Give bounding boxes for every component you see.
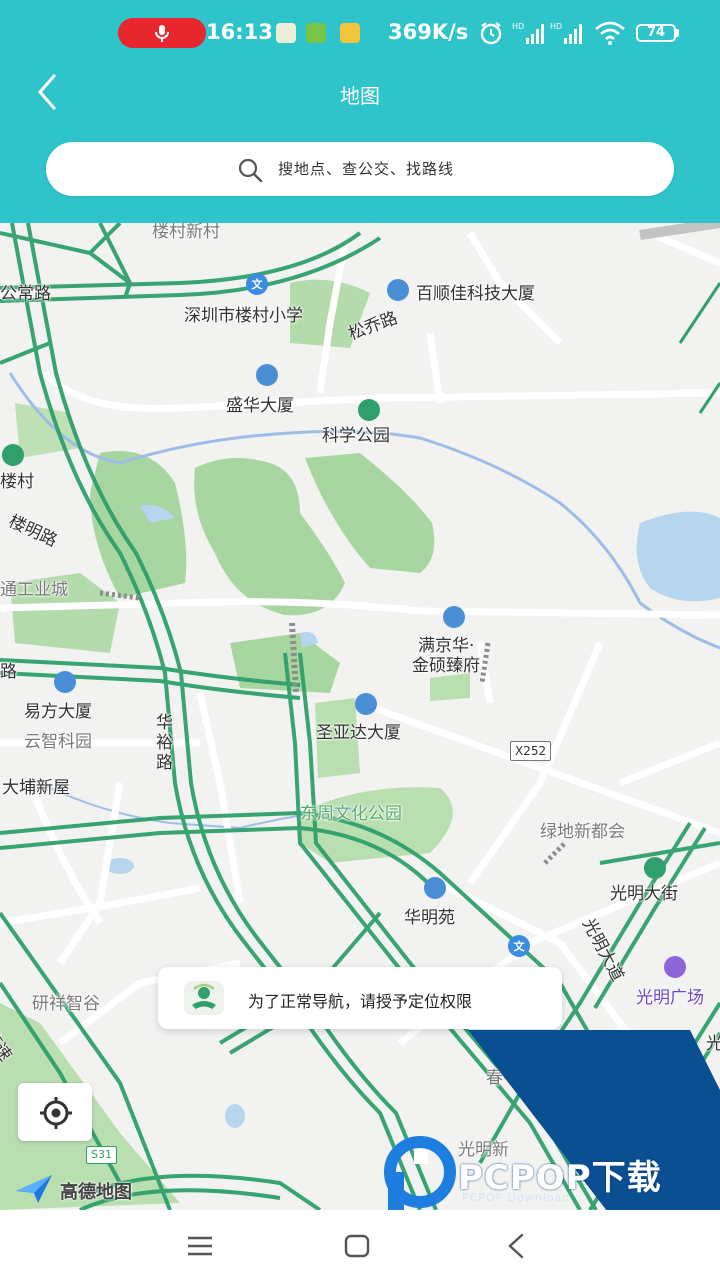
building-pin-icon[interactable] — [54, 671, 76, 693]
alarm-icon — [480, 22, 502, 45]
map-label: 深圳市楼村小学 — [184, 306, 303, 326]
shopping-pin-icon[interactable] — [664, 956, 686, 978]
back-nav-button[interactable] — [486, 1226, 546, 1266]
location-permission-toast[interactable]: 为了正常导航，请授予定位权限 — [158, 967, 562, 1029]
crosshair-icon — [40, 1097, 72, 1129]
navigation-app-icon — [184, 981, 224, 1015]
microphone-icon — [155, 25, 169, 42]
map-label: 通工业城 — [0, 580, 68, 600]
wifi-icon — [595, 21, 625, 45]
app-notification-icon — [276, 23, 296, 43]
map-label: 楼村 — [0, 472, 34, 492]
signal-2-icon: HD — [550, 22, 582, 44]
map-label: 华明苑 — [404, 908, 455, 928]
amap-logo-text: 高德地图 — [60, 1182, 132, 1203]
map-label: 光 — [706, 1034, 720, 1054]
map-label: 易方大厦 — [24, 702, 92, 722]
battery-indicator: 74 — [636, 24, 676, 42]
home-square-icon — [344, 1234, 370, 1258]
residence-pin-icon[interactable] — [424, 877, 446, 899]
map-label: 光明大街 — [610, 884, 678, 904]
search-bar[interactable]: 搜地点、查公交、找路线 — [46, 142, 674, 196]
map-label: 科学公园 — [322, 426, 390, 446]
map-label: 大埔新屋 — [2, 778, 70, 798]
map-label: 百顺佳科技大厦 — [416, 284, 535, 304]
menu-icon — [188, 1236, 212, 1256]
system-nav-bar — [0, 1210, 720, 1280]
svg-text:HD: HD — [512, 22, 524, 31]
map-label: 圣亚达大厦 — [316, 723, 401, 743]
map-label: 华裕路 — [156, 713, 173, 773]
recent-apps-button[interactable] — [170, 1226, 230, 1266]
status-time: 16:13 — [206, 20, 273, 44]
download-notification-icon — [306, 23, 326, 43]
map-label: 公常路 — [0, 284, 51, 304]
battery-level: 74 — [646, 25, 666, 40]
metro-pin-icon[interactable] — [358, 399, 380, 421]
map-label: 光明广场 — [636, 988, 704, 1008]
residence-pin-icon[interactable] — [443, 606, 465, 628]
map-label: 春 — [486, 1068, 503, 1088]
map-label: 东周文化公园 — [300, 804, 402, 824]
search-icon — [238, 158, 263, 183]
expressway-badge: S31 — [86, 1146, 117, 1164]
school-pin-icon[interactable]: 文 — [246, 273, 268, 295]
locate-me-button[interactable] — [18, 1083, 92, 1141]
metro-pin-icon[interactable] — [644, 857, 666, 879]
top-header: 地图 搜地点、查公交、找路线 — [0, 70, 720, 223]
page-title: 地图 — [340, 84, 380, 108]
amap-logo-icon — [16, 1175, 52, 1203]
svg-text:HD: HD — [550, 22, 562, 31]
map-label: 金硕臻府 — [412, 656, 480, 676]
building-pin-icon[interactable] — [355, 693, 377, 715]
map-roads-layer — [0, 223, 720, 1210]
map-view[interactable]: 文 文 楼村新村 公常路 深圳市楼村小学 百顺佳科技大厦 松乔路 盛华大厦 科学… — [0, 223, 720, 1210]
signal-1-icon: HD — [512, 22, 544, 44]
recording-indicator[interactable] — [118, 18, 206, 48]
map-label: 路 — [0, 662, 17, 682]
map-label: 研祥智谷 — [32, 994, 100, 1014]
map-label: 云智科园 — [24, 732, 92, 752]
status-bar: 16:13 369K/s HD HD 74 — [0, 0, 720, 70]
map-label: 盛华大厦 — [226, 396, 294, 416]
metro-pin-icon[interactable] — [2, 444, 24, 466]
back-arrow-icon — [508, 1233, 524, 1259]
map-label: 绿地新都会 — [540, 822, 625, 842]
building-pin-icon[interactable] — [387, 279, 409, 301]
school-pin-icon[interactable]: 文 — [508, 935, 530, 957]
battery-tip — [676, 29, 679, 37]
message-notification-icon — [340, 23, 360, 43]
map-label: 楼村新村 — [152, 223, 220, 242]
home-button[interactable] — [327, 1226, 387, 1266]
app-root: 16:13 369K/s HD HD 74 地图 搜地点、查公交、找路线 文 文… — [0, 0, 720, 1280]
toast-message: 为了正常导航，请授予定位权限 — [248, 992, 473, 1011]
building-pin-icon[interactable] — [256, 364, 278, 386]
network-speed: 369K/s — [388, 20, 469, 44]
search-placeholder: 搜地点、查公交、找路线 — [278, 160, 455, 178]
highway-badge: X252 — [510, 741, 552, 761]
watermark-subtext: PCPOP Download — [462, 1191, 571, 1204]
